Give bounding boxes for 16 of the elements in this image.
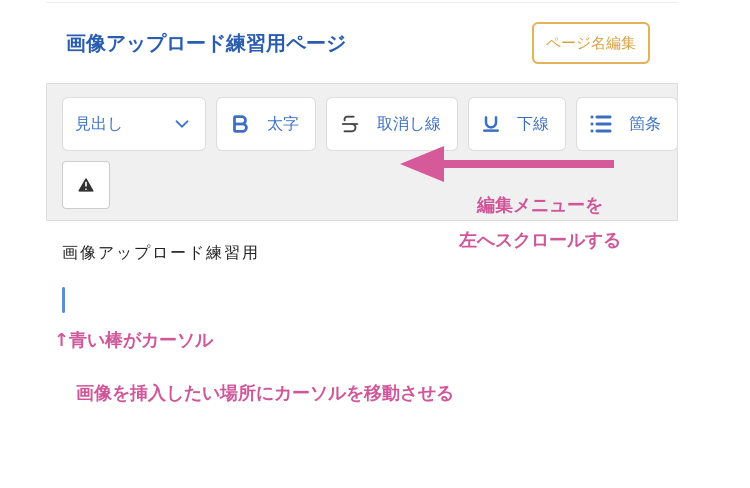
editor-text: 画像アップロード練習用 (62, 242, 260, 264)
heading-dropdown[interactable]: 見出し (62, 97, 206, 151)
warning-button[interactable] (62, 161, 110, 209)
left-arrow-icon (400, 146, 614, 182)
instruction-note: 画像を挿入したい場所にカーソルを移動させる (76, 382, 454, 406)
page-title: 画像アップロード練習用ページ (66, 30, 346, 57)
strikethrough-button[interactable]: 取消し線 (326, 97, 458, 151)
list-button[interactable]: 箇条 (576, 97, 677, 151)
cursor-note: ↑青い棒がカーソル (54, 329, 214, 353)
warning-icon (76, 175, 96, 195)
underline-icon (481, 114, 501, 134)
scroll-note: 左へスクロールする (459, 229, 621, 253)
strikethrough-icon (339, 113, 361, 135)
underline-button[interactable]: 下線 (468, 97, 566, 151)
bold-button[interactable]: 太字 (216, 97, 316, 151)
scroll-note: 編集メニューを (477, 194, 603, 218)
